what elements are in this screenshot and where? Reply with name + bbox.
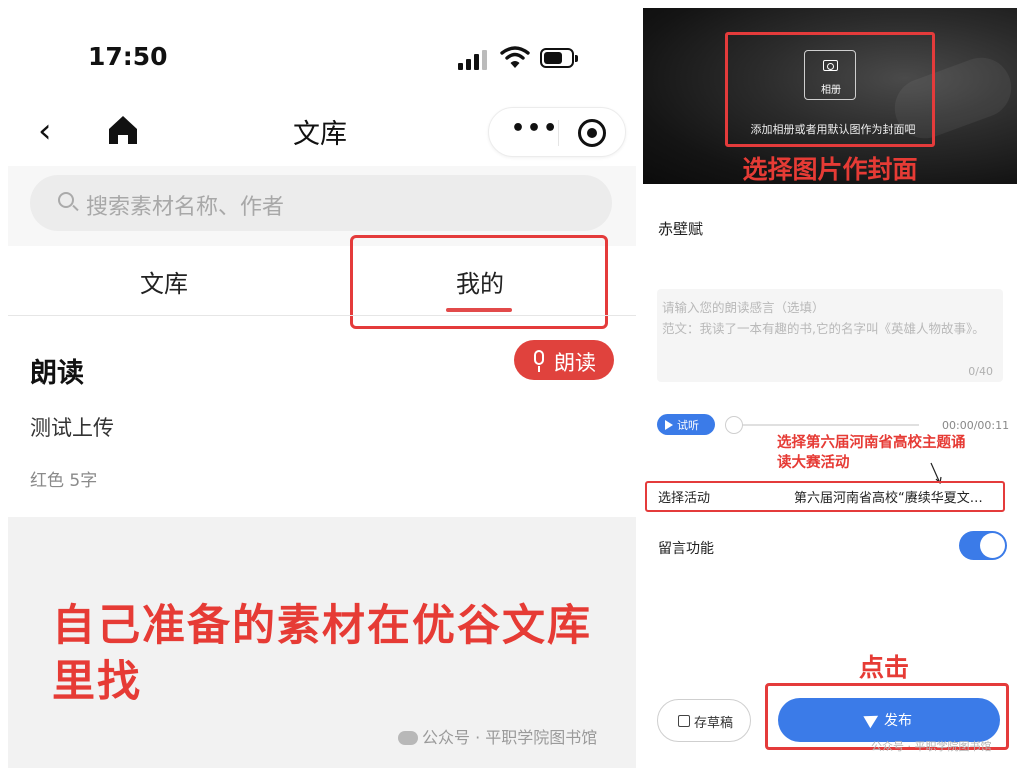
audio-progress-track[interactable]: [729, 424, 919, 426]
message-toggle[interactable]: [959, 531, 1007, 560]
close-target-icon[interactable]: [578, 119, 606, 147]
read-button-label: 朗读: [554, 351, 596, 375]
battery-icon: [540, 48, 578, 68]
play-icon: [665, 420, 673, 430]
nav-title: 文库: [293, 119, 347, 150]
capsule-divider: [558, 120, 559, 146]
status-time: 17:50: [88, 42, 168, 71]
wifi-icon: [500, 46, 530, 68]
read-button[interactable]: 朗读: [514, 340, 614, 380]
search-input[interactable]: 搜索素材名称、作者: [30, 175, 612, 231]
wechat-icon: [398, 731, 418, 745]
back-chevron-icon[interactable]: ‹: [38, 112, 68, 150]
message-label: 留言功能: [658, 541, 714, 557]
more-icon[interactable]: •••: [511, 116, 559, 141]
search-icon: [58, 192, 74, 208]
right-phone-screen: 相册 添加相册或者用默认图作为封面吧 选择图片作封面 赤壁赋 请输入您的朗读感言…: [643, 0, 1024, 768]
publish-button[interactable]: 发布: [778, 698, 1000, 742]
item-meta: 红色 5字: [30, 471, 98, 491]
home-icon[interactable]: [106, 113, 140, 147]
listen-label: 试听: [677, 419, 699, 432]
search-placeholder: 搜索素材名称、作者: [86, 195, 285, 220]
camera-icon: [823, 60, 838, 71]
activity-value[interactable]: 第六届河南省高校“赓续华夏文…: [794, 487, 999, 506]
cover-annotation: 选择图片作封面: [742, 155, 918, 184]
draft-icon: [678, 715, 690, 727]
screenshot-collage: 17:50 ‹ 文库 ••• 搜索素材名称、作者 文库 我的 朗读 朗读 测试上…: [0, 0, 1024, 768]
textarea-placeholder-2: 范文：我读了一本有趣的书,它的名字叫《英雄人物故事》。: [662, 321, 985, 336]
watermark-right: 公众号 · 平职学院图书馆: [871, 740, 992, 753]
save-draft-button[interactable]: 存草稿: [657, 699, 751, 742]
tab-library[interactable]: 文库: [84, 264, 244, 299]
watermark: 公众号 · 平职学院图书馆: [398, 724, 597, 748]
signal-icon: [458, 48, 490, 70]
reflection-textarea[interactable]: 请输入您的朗读感言（选填） 范文：我读了一本有趣的书,它的名字叫《英雄人物故事》…: [657, 289, 1003, 382]
annotation-text: 自己准备的素材在优谷文库里找: [52, 601, 592, 707]
item-title[interactable]: 测试上传: [30, 412, 114, 442]
album-button[interactable]: 相册: [804, 50, 856, 100]
send-icon: [863, 709, 882, 729]
char-counter: 0/40: [968, 365, 993, 378]
left-phone-screen: 17:50 ‹ 文库 ••• 搜索素材名称、作者 文库 我的 朗读 朗读 测试上…: [0, 0, 636, 768]
activity-label: 选择活动: [658, 491, 711, 506]
textarea-placeholder-1: 请输入您的朗读感言（选填）: [662, 300, 825, 315]
click-annotation: 点击: [859, 653, 910, 682]
draft-label: 存草稿: [694, 716, 734, 731]
listen-button[interactable]: 试听: [657, 414, 715, 435]
microphone-icon: [534, 350, 544, 372]
cover-hint: 添加相册或者用默认图作为封面吧: [750, 123, 916, 136]
audio-progress-knob[interactable]: [725, 416, 743, 434]
mini-program-capsule: •••: [488, 107, 626, 157]
album-label: 相册: [821, 85, 841, 96]
audio-time: 00:00/00:11: [942, 419, 1010, 432]
publish-label: 发布: [884, 713, 912, 729]
tab-divider: [8, 315, 636, 316]
work-title: 赤壁赋: [658, 220, 704, 238]
section-title: 朗读: [30, 358, 84, 389]
